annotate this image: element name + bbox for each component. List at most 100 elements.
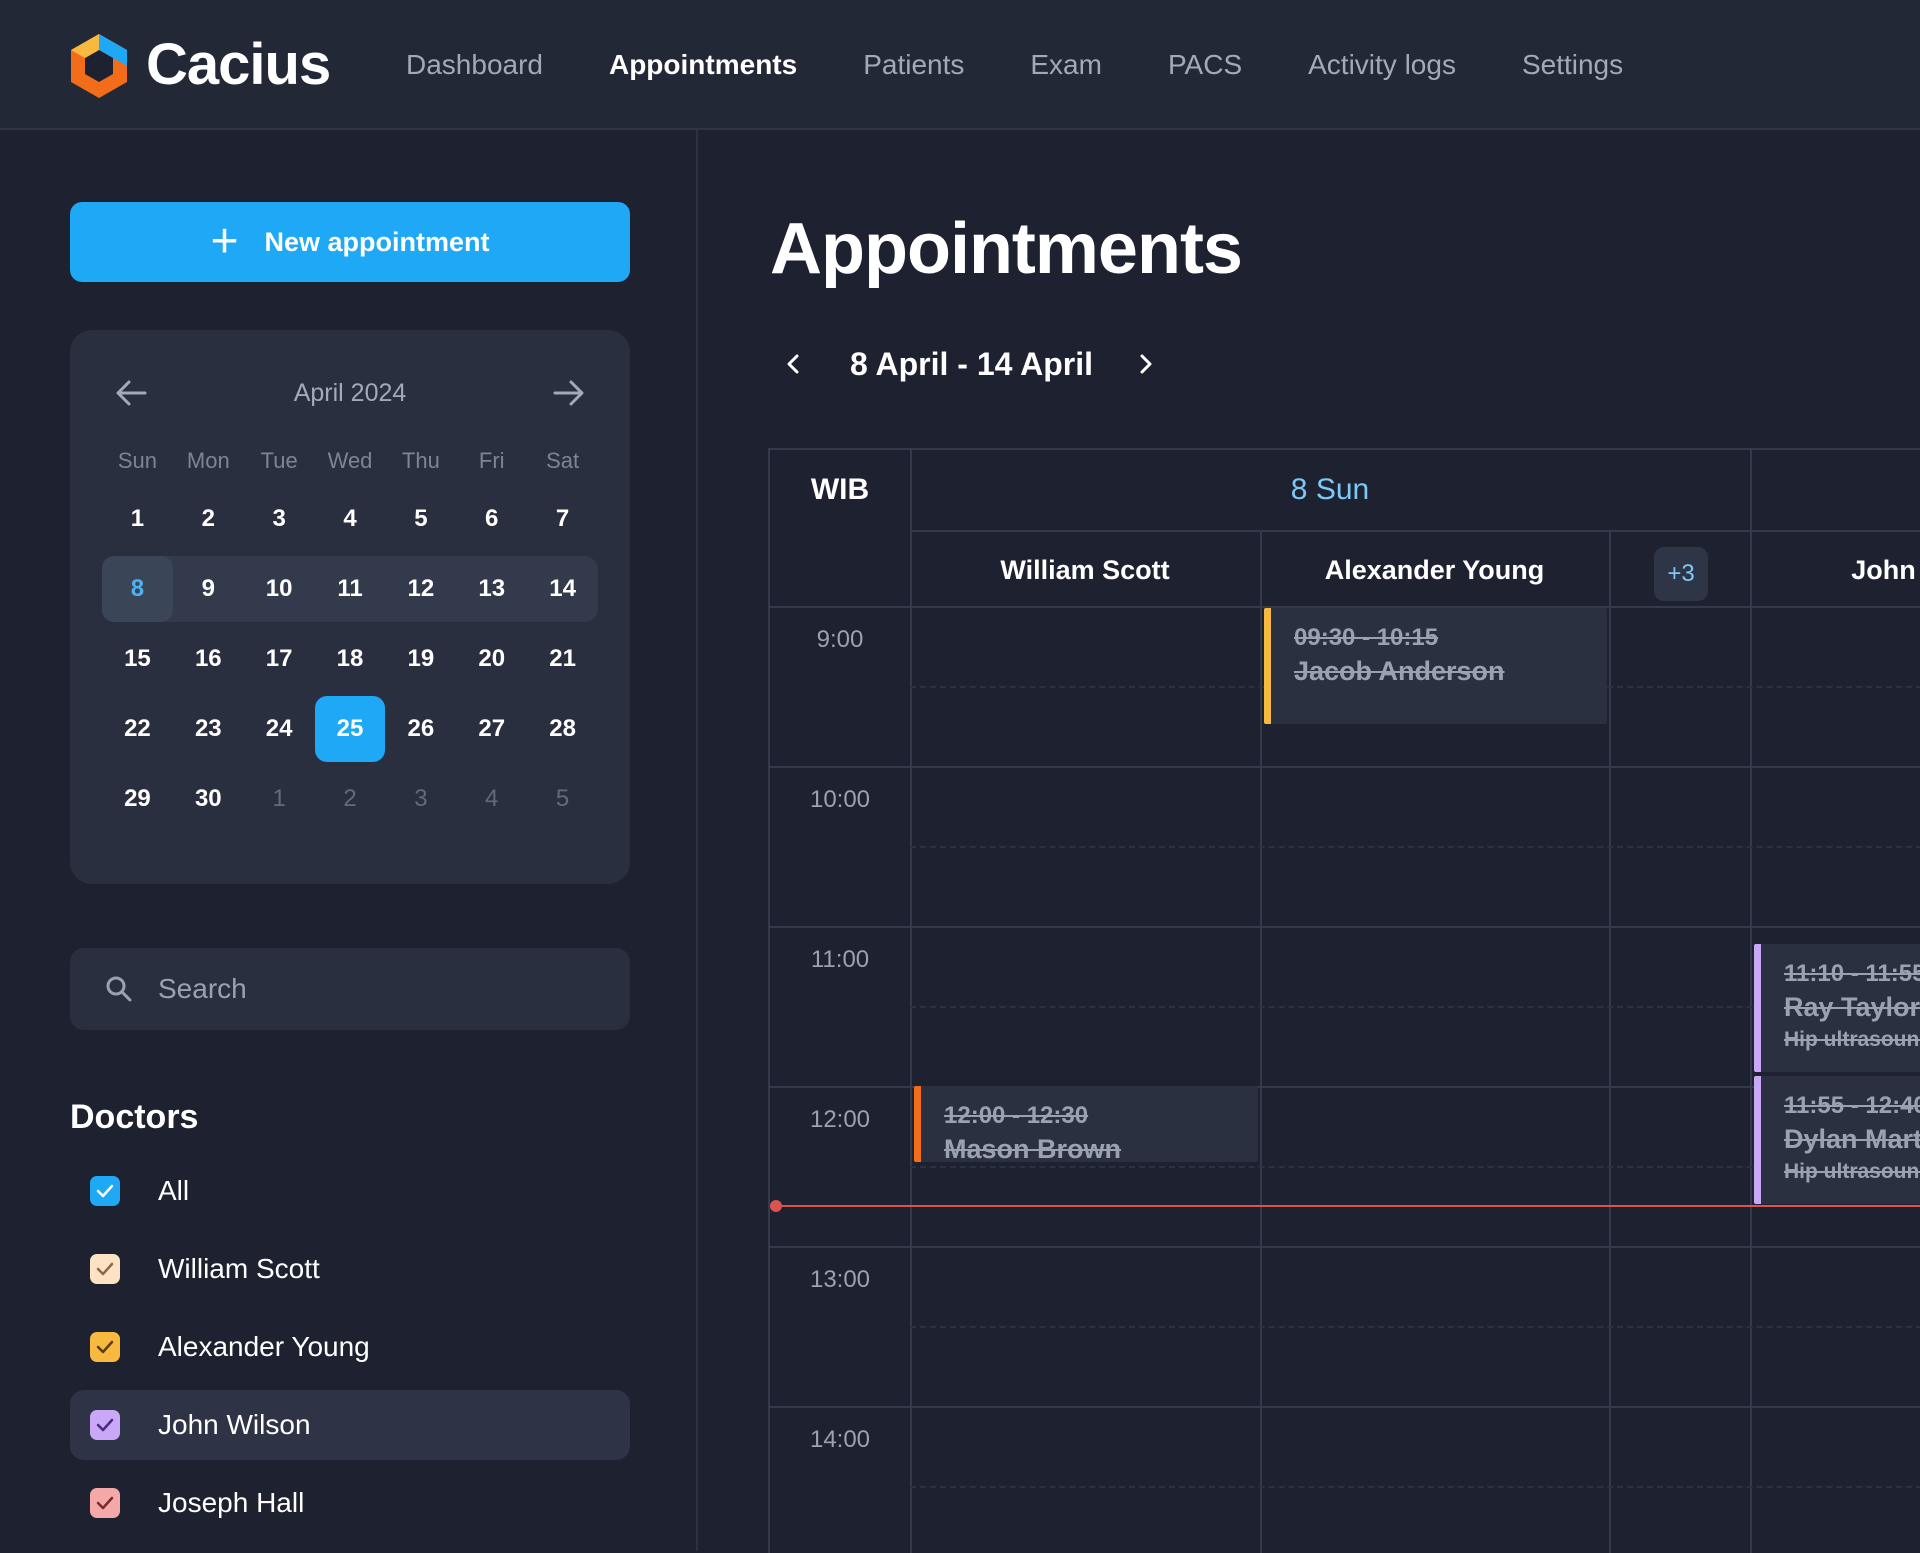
time-label: 13:00 — [809, 1266, 871, 1293]
day-cell[interactable]: 16 — [173, 626, 244, 692]
appointment-color-bar — [914, 1086, 921, 1162]
doctors-heading: Doctors — [70, 1098, 199, 1136]
day-cell[interactable]: 6 — [456, 486, 527, 552]
doctor-filter-all[interactable]: All — [70, 1156, 630, 1226]
doctor-filter-john-wilson[interactable]: John Wilson — [70, 1390, 630, 1460]
more-doctors-badge[interactable]: +3 — [1654, 547, 1708, 601]
day-cell-next-month[interactable]: 5 — [527, 766, 598, 832]
nav-patients[interactable]: Patients — [863, 49, 964, 81]
weekday-label: Tue — [260, 448, 298, 473]
week-row: 1 2 3 4 5 6 7 — [102, 484, 598, 554]
chevron-left-icon[interactable] — [770, 340, 818, 388]
check-icon — [96, 1184, 114, 1198]
search-icon — [106, 976, 132, 1002]
doctor-filter-alexander-young[interactable]: Alexander Young — [70, 1312, 630, 1382]
doctor-column-header: Alexander Young — [1324, 554, 1545, 585]
doctor-name: Joseph Hall — [158, 1487, 305, 1518]
day-cell[interactable]: 27 — [456, 696, 527, 762]
new-appointment-label: New appointment — [264, 226, 490, 257]
week-row: 22 23 24 25 26 27 28 — [102, 694, 598, 764]
day-cell[interactable]: 12 — [385, 556, 456, 622]
weekday-label: Sun — [117, 448, 157, 473]
time-label: 11:00 — [810, 946, 870, 973]
day-cell[interactable]: 15 — [102, 626, 173, 692]
doctor-name: William Scott — [158, 1253, 320, 1284]
arrow-right-icon[interactable] — [544, 368, 594, 418]
mini-calendar-header: April 2024 — [70, 368, 630, 418]
week-row: 29 30 1 2 3 4 5 — [102, 764, 598, 834]
day-cell[interactable]: 3 — [244, 486, 315, 552]
appointment-card[interactable]: 09:30 - 10:15 Jacob Anderson — [1264, 608, 1607, 724]
timezone-label: WIB — [810, 473, 870, 506]
check-icon — [96, 1340, 114, 1354]
chevron-right-icon[interactable] — [1121, 340, 1169, 388]
weekday-label: Thu — [401, 448, 440, 473]
week-row-selected: 8 9 10 11 12 13 14 — [102, 554, 598, 624]
day-cell[interactable]: 26 — [385, 696, 456, 762]
day-cell[interactable]: 30 — [173, 766, 244, 832]
grid-line — [770, 1246, 1920, 1248]
nav-activity-logs[interactable]: Activity logs — [1308, 49, 1456, 81]
appointment-detail: Hip ultrasound — [1784, 1028, 1920, 1051]
day-cell[interactable]: 10 — [244, 556, 315, 622]
appointment-card[interactable]: 11:55 - 12:40 Dylan Martin Hip ultrasoun… — [1754, 1076, 1920, 1204]
plus-icon: + — [210, 215, 239, 268]
grid-line — [910, 450, 912, 1553]
day-cell[interactable]: 28 — [527, 696, 598, 762]
mini-calendar: April 2024 Sun Mon Tue Wed Thu Fri Sat 1… — [70, 330, 630, 884]
day-cell[interactable]: 20 — [456, 626, 527, 692]
checkbox[interactable] — [90, 1332, 120, 1362]
appointment-detail: Hip ultrasound — [1784, 1160, 1920, 1183]
day-cell[interactable]: 23 — [173, 696, 244, 762]
day-cell[interactable]: 19 — [385, 626, 456, 692]
check-icon — [96, 1418, 114, 1432]
day-cell[interactable]: 18 — [315, 626, 386, 692]
nav-settings[interactable]: Settings — [1522, 49, 1623, 81]
day-cell[interactable]: 9 — [173, 556, 244, 622]
grid-half-hour-line — [910, 846, 1920, 848]
day-cell-next-month[interactable]: 2 — [315, 766, 386, 832]
grid-line — [1260, 530, 1262, 1553]
day-cell[interactable]: 7 — [527, 486, 598, 552]
appointment-patient: Mason Brown — [944, 1134, 1122, 1162]
appointment-color-bar — [1754, 944, 1761, 1072]
day-header: 8 Sun — [1290, 473, 1370, 506]
nav-appointments[interactable]: Appointments — [609, 49, 797, 81]
day-cell[interactable]: 2 — [173, 486, 244, 552]
day-cell[interactable]: 11 — [315, 556, 386, 622]
day-cell-selected[interactable]: 8 — [102, 556, 173, 622]
appointment-patient: Jacob Anderson — [1294, 656, 1505, 686]
day-cell[interactable]: 17 — [244, 626, 315, 692]
search-input[interactable] — [156, 972, 600, 1006]
checkbox[interactable] — [90, 1488, 120, 1518]
day-cell[interactable]: 5 — [385, 486, 456, 552]
new-appointment-button[interactable]: + New appointment — [70, 202, 630, 282]
day-cell-next-month[interactable]: 4 — [456, 766, 527, 832]
page-title: Appointments — [770, 209, 1243, 289]
day-cell[interactable]: 13 — [456, 556, 527, 622]
main-nav: Dashboard Appointments Patients Exam PAC… — [406, 0, 1689, 130]
day-cell[interactable]: 4 — [315, 486, 386, 552]
appointment-card[interactable]: 12:00 - 12:30 Mason Brown — [914, 1086, 1258, 1162]
nav-dashboard[interactable]: Dashboard — [406, 49, 543, 81]
appointment-card[interactable]: 11:10 - 11:55 Ray Taylor Hip ultrasound — [1754, 944, 1920, 1072]
nav-pacs[interactable]: PACS — [1168, 49, 1242, 81]
day-cell-today[interactable]: 25 — [314, 696, 386, 762]
doctor-column-header: William Scott — [1000, 554, 1170, 585]
day-cell[interactable]: 21 — [527, 626, 598, 692]
checkbox[interactable] — [90, 1410, 120, 1440]
checkbox[interactable] — [90, 1254, 120, 1284]
grid-line — [770, 1406, 1920, 1408]
day-cell-next-month[interactable]: 1 — [244, 766, 315, 832]
doctor-filter-william-scott[interactable]: William Scott — [70, 1234, 630, 1304]
day-cell[interactable]: 29 — [102, 766, 173, 832]
brand-name: Cacius — [146, 32, 331, 97]
day-cell[interactable]: 22 — [102, 696, 173, 762]
checkbox[interactable] — [90, 1176, 120, 1206]
day-cell[interactable]: 1 — [102, 486, 173, 552]
day-cell-next-month[interactable]: 3 — [385, 766, 456, 832]
day-cell[interactable]: 14 — [527, 556, 598, 622]
day-cell[interactable]: 24 — [244, 696, 315, 762]
doctor-filter-joseph-hall[interactable]: Joseph Hall — [70, 1468, 630, 1538]
nav-exam[interactable]: Exam — [1030, 49, 1102, 81]
